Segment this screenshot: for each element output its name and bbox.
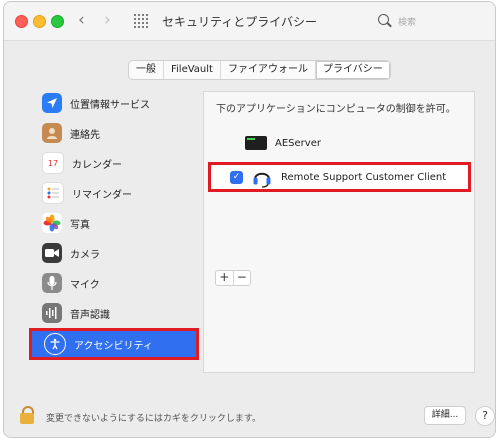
app-row-remote-support[interactable]: ✓ Remote Support Customer Client xyxy=(208,162,471,192)
search-icon xyxy=(378,14,389,25)
sidebar-item-reminders[interactable]: リマインダー xyxy=(30,178,196,208)
sidebar-item-accessibility[interactable]: アクセシビリティ xyxy=(29,328,199,360)
sidebar-item-label: マイク xyxy=(70,279,100,291)
sidebar-item-label: リマインダー xyxy=(72,189,132,201)
add-remove-control: + − xyxy=(215,270,251,286)
sidebar-item-calendar[interactable]: 17 カレンダー xyxy=(30,148,196,178)
sidebar-item-label: カメラ xyxy=(70,249,100,261)
add-app-button[interactable]: + xyxy=(216,271,234,285)
preferences-window: ‹ › セキュリティとプライバシー 検索 一般 FileVault ファイアウォ… xyxy=(3,1,496,438)
sidebar-item-camera[interactable]: カメラ xyxy=(30,238,196,268)
sidebar-item-speech-recognition[interactable]: 音声認識 xyxy=(30,298,196,328)
camera-icon xyxy=(42,243,62,263)
minimize-window-button[interactable] xyxy=(33,15,46,28)
lock-hint-text: 変更できないようにするにはカギをクリックします。 xyxy=(46,414,262,424)
footer-bar: 変更できないようにするにはカギをクリックします。 詳細... ? xyxy=(4,392,495,437)
contacts-icon xyxy=(42,123,62,143)
privacy-sidebar: 位置情報サービス 連絡先 17 カレンダー リマインダー 写真 カメラ マイク … xyxy=(29,88,199,360)
app-checkbox-aeserver[interactable] xyxy=(226,138,237,149)
app-name: AEServer xyxy=(275,137,321,149)
terminal-app-icon xyxy=(245,136,267,150)
zoom-window-button[interactable] xyxy=(51,15,64,28)
window-title: セキュリティとプライバシー xyxy=(162,15,318,29)
photos-icon xyxy=(42,213,62,233)
title-bar: ‹ › セキュリティとプライバシー 検索 xyxy=(4,2,495,41)
back-button[interactable]: ‹ xyxy=(78,10,85,30)
accessibility-icon xyxy=(44,333,66,355)
sidebar-item-label: 音声認識 xyxy=(70,309,110,321)
sidebar-item-contacts[interactable]: 連絡先 xyxy=(30,118,196,148)
show-all-grid-icon[interactable] xyxy=(134,14,149,29)
reminders-icon xyxy=(42,182,64,204)
app-row-aeserver[interactable]: AEServer xyxy=(204,130,474,156)
sidebar-item-label: 連絡先 xyxy=(70,129,100,141)
help-button[interactable]: ? xyxy=(475,406,495,426)
close-window-button[interactable] xyxy=(15,15,28,28)
speech-recognition-icon xyxy=(42,303,62,323)
sidebar-item-label: カレンダー xyxy=(72,159,122,171)
lock-icon[interactable] xyxy=(20,406,34,424)
tab-filevault[interactable]: FileVault xyxy=(164,61,221,79)
remove-app-button[interactable]: − xyxy=(234,271,251,285)
sidebar-item-label: 位置情報サービス xyxy=(70,99,150,111)
advanced-button[interactable]: 詳細... xyxy=(424,406,466,425)
sidebar-item-photos[interactable]: 写真 xyxy=(30,208,196,238)
sidebar-item-label: 写真 xyxy=(70,219,90,231)
tab-general[interactable]: 一般 xyxy=(129,61,164,79)
panel-title: 下のアプリケーションにコンピュータの制御を許可。 xyxy=(216,104,456,115)
tab-privacy[interactable]: プライバシー xyxy=(315,61,390,79)
sidebar-item-microphone[interactable]: マイク xyxy=(30,268,196,298)
location-icon xyxy=(42,93,62,113)
headset-icon xyxy=(253,172,271,188)
accessibility-apps-panel: 下のアプリケーションにコンピュータの制御を許可。 AEServer ✓ Remo… xyxy=(203,91,475,373)
tab-firewall[interactable]: ファイアウォール xyxy=(221,61,316,79)
forward-button[interactable]: › xyxy=(104,10,111,30)
search-placeholder: 検索 xyxy=(398,18,417,28)
app-checkbox-remote-support[interactable]: ✓ xyxy=(230,170,243,184)
sidebar-item-label: アクセシビリティ xyxy=(74,340,153,352)
microphone-icon xyxy=(42,273,62,293)
tab-bar: 一般 FileVault ファイアウォール プライバシー xyxy=(128,60,391,80)
app-name: Remote Support Customer Client xyxy=(281,171,447,183)
search-field[interactable]: 検索 xyxy=(378,12,438,30)
calendar-icon: 17 xyxy=(42,152,64,174)
sidebar-item-location[interactable]: 位置情報サービス xyxy=(30,88,196,118)
